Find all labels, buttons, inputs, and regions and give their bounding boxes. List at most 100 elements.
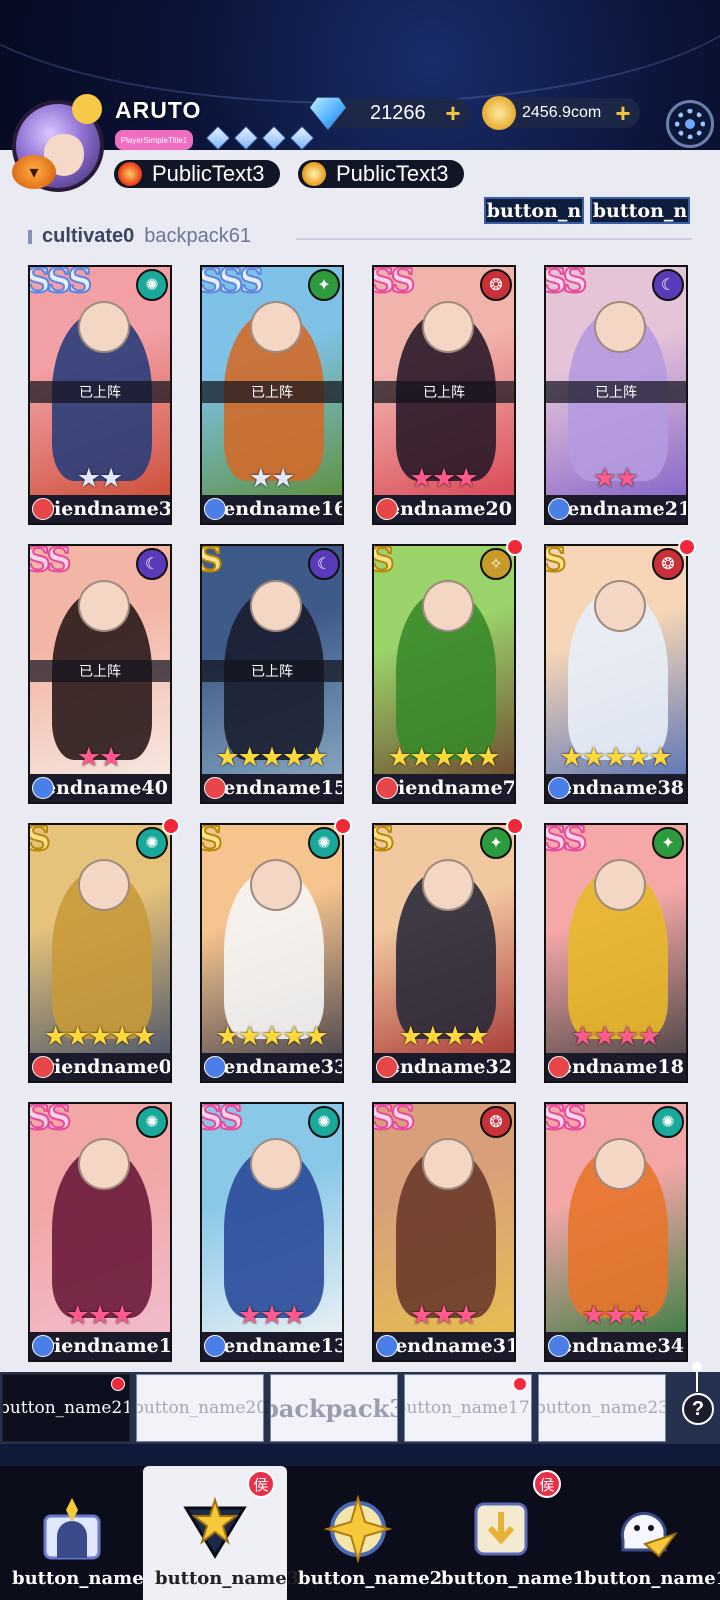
public-pill-1[interactable]: PublicText3 xyxy=(114,160,280,188)
hero-head xyxy=(78,301,130,353)
class-icon xyxy=(376,1056,398,1078)
tab-marker xyxy=(28,229,32,244)
class-icon xyxy=(32,777,54,799)
rank-diamond-icon xyxy=(206,126,230,150)
nav-label: button_name4 xyxy=(12,1568,157,1589)
class-icon xyxy=(548,1056,570,1078)
hero-head xyxy=(250,859,302,911)
notification-dot xyxy=(678,538,696,556)
hero-card[interactable]: SSS ✺ 已上阵 ★ ★ riendname3 xyxy=(28,265,172,525)
star-icon: ★ xyxy=(454,1300,479,1330)
gems-value: 21266 xyxy=(370,102,426,124)
class-icon xyxy=(204,1056,226,1078)
star-rating: ★ ★ xyxy=(202,463,342,493)
class-icon xyxy=(32,1056,54,1078)
hero-card[interactable]: SS ❂ ★ ★ ★ iendname31 xyxy=(372,1102,516,1362)
star-rating: ★ ★ ★ ★ xyxy=(546,1021,686,1051)
scroll-arrow-icon xyxy=(466,1494,536,1564)
rank-diamond-icon xyxy=(262,126,286,150)
star-icon: ★ xyxy=(603,742,629,772)
hero-card[interactable]: SS ❂ 已上阵 ★ ★ ★ endname20 xyxy=(372,265,516,525)
nav-button_name4[interactable]: button_name4 xyxy=(0,1466,157,1600)
rank-diamond-icon xyxy=(290,126,314,150)
hero-card[interactable]: SSS ✦ 已上阵 ★ ★ iendname16 xyxy=(200,265,344,525)
hero-card[interactable]: SS ✦ ★ ★ ★ ★ endname18 xyxy=(544,823,688,1083)
star-icon: ★ xyxy=(99,742,124,772)
notification-dot xyxy=(513,1377,527,1391)
hero-head xyxy=(78,580,130,632)
star-icon: ★ xyxy=(76,742,101,772)
star-icon: ★ xyxy=(304,1021,329,1051)
star-icon: ★ xyxy=(259,742,285,772)
help-button[interactable]: ? xyxy=(682,1393,714,1425)
gold-value: 2456.9com xyxy=(522,104,602,121)
star-icon: ★ xyxy=(431,742,457,772)
nav-button_name1[interactable]: button_name1 侯 xyxy=(429,1466,586,1600)
deployed-label: 已上阵 xyxy=(30,660,170,682)
nav-button_name141[interactable]: button_name141 xyxy=(572,1466,720,1600)
help-antenna xyxy=(692,1362,702,1392)
category-tab[interactable]: button_name21 xyxy=(2,1374,130,1442)
star-icon: ★ xyxy=(215,742,240,772)
moon-icon xyxy=(72,94,102,124)
category-tab[interactable]: backpack3 xyxy=(270,1374,398,1442)
star-icon: ★ xyxy=(237,1021,262,1051)
hero-card[interactable]: SS ✺ ★ ★ ★ iendname13 xyxy=(200,1102,344,1362)
red-element-icon: ❂ xyxy=(480,1106,512,1138)
hero-card[interactable]: S ☾ 已上阵 ★ ★ ★ ★ ★ iendname15 xyxy=(200,544,344,804)
star-rating: ★ ★ ★ ★ ★ xyxy=(374,742,514,772)
add-gems-button[interactable]: + xyxy=(442,100,464,126)
category-tab[interactable]: button_name20 xyxy=(136,1374,264,1442)
teal-element-icon: ✺ xyxy=(308,1106,340,1138)
notification-dot xyxy=(334,817,352,835)
gems-counter: 21266 + xyxy=(310,97,470,130)
deployed-label: 已上阵 xyxy=(202,660,342,682)
star-icon: ★ xyxy=(259,1300,285,1330)
hero-card[interactable]: SS ☾ 已上阵 ★ ★ iendname21 xyxy=(544,265,688,525)
public-pill-2[interactable]: PublicText3 xyxy=(298,160,464,188)
hero-card[interactable]: S ✦ ★ ★ ★ ★ endname32 xyxy=(372,823,516,1083)
add-gold-button[interactable]: + xyxy=(612,100,634,126)
hero-card[interactable]: S ✺ ★ ★ ★ ★ ★ iendname33 xyxy=(200,823,344,1083)
hero-card[interactable]: S ❂ ★ ★ ★ ★ ★ endname38 xyxy=(544,544,688,804)
hero-card[interactable]: SS ✺ ★ ★ ★ riendname1 xyxy=(28,1102,172,1362)
class-icon xyxy=(204,777,226,799)
star-icon: ★ xyxy=(626,742,651,772)
hero-head xyxy=(594,1138,646,1190)
star-icon: ★ xyxy=(237,742,262,772)
notification-dot xyxy=(111,1377,125,1391)
star-icon: ★ xyxy=(271,463,296,493)
player-title-badge: PlayerSimpleTitle1 xyxy=(115,130,193,150)
star-icon: ★ xyxy=(559,742,584,772)
header-button-2[interactable]: button_n xyxy=(590,197,690,224)
notification-dot xyxy=(506,817,524,835)
class-icon xyxy=(548,1335,570,1357)
gold-counter: 2456.9com + xyxy=(482,96,640,130)
star-icon: ★ xyxy=(304,742,329,772)
nav-label: button_name2 xyxy=(298,1568,443,1589)
header-decoration xyxy=(0,0,720,104)
rarity-badge: SS xyxy=(544,823,588,860)
tab-divider xyxy=(296,238,692,240)
settings-button[interactable] xyxy=(666,100,714,148)
gear-icon xyxy=(675,109,705,139)
nav-button_name2[interactable]: button_name2 xyxy=(286,1466,443,1600)
hero-card[interactable]: SS ☾ 已上阵 ★ ★ endname40 xyxy=(28,544,172,804)
hero-card[interactable]: S ✧ ★ ★ ★ ★ ★ riendname7 xyxy=(372,544,516,804)
rarity-badge: S xyxy=(28,823,51,860)
nav-badge: 侯 xyxy=(533,1470,561,1498)
nav-label: button_name1 xyxy=(441,1568,586,1589)
star-icon: ★ xyxy=(398,1021,423,1051)
hero-card[interactable]: S ✺ ★ ★ ★ ★ ★ riendname0 xyxy=(28,823,172,1083)
tab-backpack[interactable]: backpack61 xyxy=(144,225,251,248)
category-tab[interactable]: button_name23 xyxy=(538,1374,666,1442)
star-icon: ★ xyxy=(387,742,412,772)
category-tab[interactable]: button_name176 xyxy=(404,1374,532,1442)
star-icon: ★ xyxy=(431,463,457,493)
header-button-1[interactable]: button_n xyxy=(484,197,584,224)
star-icon: ★ xyxy=(648,742,673,772)
tab-cultivate[interactable]: cultivate0 xyxy=(42,225,134,248)
hero-card[interactable]: SS ✺ ★ ★ ★ endname34 xyxy=(544,1102,688,1362)
bottom-navigation: button_name4 button_name3 侯 button_name2 but… xyxy=(0,1466,720,1600)
nav-button_name3[interactable]: button_name3 侯 xyxy=(143,1466,299,1600)
